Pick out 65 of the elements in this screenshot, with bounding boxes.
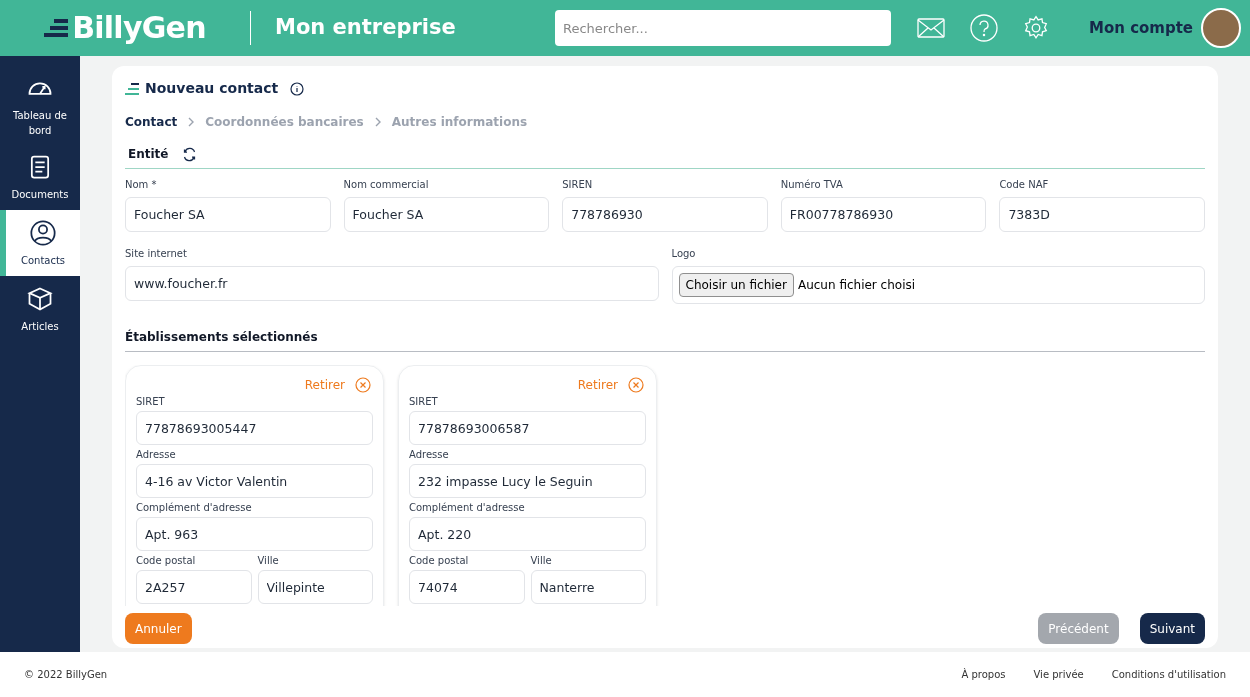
chevron-icon <box>373 117 382 127</box>
refresh-icon[interactable] <box>182 146 198 162</box>
breadcrumb-step[interactable]: Contact <box>125 113 178 131</box>
field-label: SIRET <box>136 396 166 408</box>
section-title: Entité <box>128 146 169 163</box>
input-field[interactable]: Apt. 220 <box>409 517 646 551</box>
field-label: Adresse <box>136 449 177 461</box>
input-field[interactable]: Foucher SA <box>125 197 331 232</box>
section-title: Établissements sélectionnés <box>125 330 318 344</box>
account-label[interactable]: Mon compte <box>1089 16 1194 40</box>
input-field[interactable]: Nanterre <box>530 570 646 604</box>
field-label: SIRET <box>409 396 439 408</box>
footer-link[interactable]: Vie privée <box>1033 667 1084 682</box>
field-label: Nom * <box>125 179 158 191</box>
sidebar-item[interactable]: Tableau de bord <box>0 68 80 144</box>
close-icon[interactable] <box>628 377 644 393</box>
settings-icon[interactable] <box>1023 15 1049 41</box>
field-label: Code postal <box>409 555 470 567</box>
close-icon[interactable] <box>355 377 371 393</box>
field-label: Numéro TVA <box>780 179 844 191</box>
sidebar-item[interactable]: Articles <box>0 276 80 342</box>
next-button[interactable]: Suivant <box>1139 613 1205 644</box>
field-label: Ville <box>530 555 553 567</box>
choose-file-button[interactable]: Choisir un fichier <box>678 273 794 297</box>
sidebar-item[interactable]: Documents <box>0 144 80 210</box>
input-field[interactable]: Apt. 963 <box>136 517 373 551</box>
input-field[interactable]: Villepinte <box>257 570 373 604</box>
avatar-photo-placeholder[interactable] <box>1201 8 1242 48</box>
input-field[interactable]: 77878693005447 <box>136 411 373 445</box>
help-icon[interactable] <box>970 14 998 42</box>
field-label: Logo <box>671 248 697 260</box>
search-field[interactable]: Rechercher... <box>555 10 891 46</box>
input-field[interactable]: 7383D <box>999 197 1205 232</box>
input-field[interactable]: 232 impasse Lucy le Seguin <box>409 464 646 498</box>
field-label: Adresse <box>409 449 450 461</box>
copyright-text: © 2022 BillyGen <box>24 668 108 682</box>
input-field[interactable]: 4-16 av Victor Valentin <box>136 464 373 498</box>
logo: BillyGen <box>72 13 206 43</box>
user-icon <box>29 218 57 247</box>
input-field[interactable]: 2A257 <box>136 570 252 604</box>
info-icon[interactable] <box>290 81 305 96</box>
input-field[interactable]: Foucher SA <box>343 197 550 232</box>
input-field[interactable]: 77878693006587 <box>409 411 646 445</box>
title-bars-icon <box>125 82 139 95</box>
field-label: Nom commercial <box>343 179 430 191</box>
file-status: Aucun fichier choisi <box>797 277 916 294</box>
field-label: Ville <box>257 555 280 567</box>
sidebar-item[interactable]: Contacts <box>0 210 80 276</box>
field-label: Code postal <box>136 555 197 567</box>
input-field[interactable]: www.foucher.fr <box>125 266 659 301</box>
footer-link[interactable]: À propos <box>961 667 1006 682</box>
page-title: Nouveau contact <box>145 79 279 98</box>
field-label: Complément d'adresse <box>136 502 253 514</box>
field-label: Site internet <box>125 248 188 260</box>
field-label: Code NAF <box>999 179 1050 191</box>
company-name: Mon entreprise <box>275 14 457 42</box>
input-field[interactable]: FR00778786930 <box>780 197 987 232</box>
input-field[interactable]: 778786930 <box>562 197 768 232</box>
field-label: Complément d'adresse <box>409 502 526 514</box>
logo-icon <box>44 16 71 40</box>
chevron-icon <box>187 117 196 127</box>
footer-link[interactable]: Conditions d'utilisation <box>1111 667 1226 682</box>
input-field[interactable]: 74074 <box>409 570 525 604</box>
field-label: SIREN <box>562 179 594 191</box>
mail-icon[interactable] <box>917 17 945 39</box>
